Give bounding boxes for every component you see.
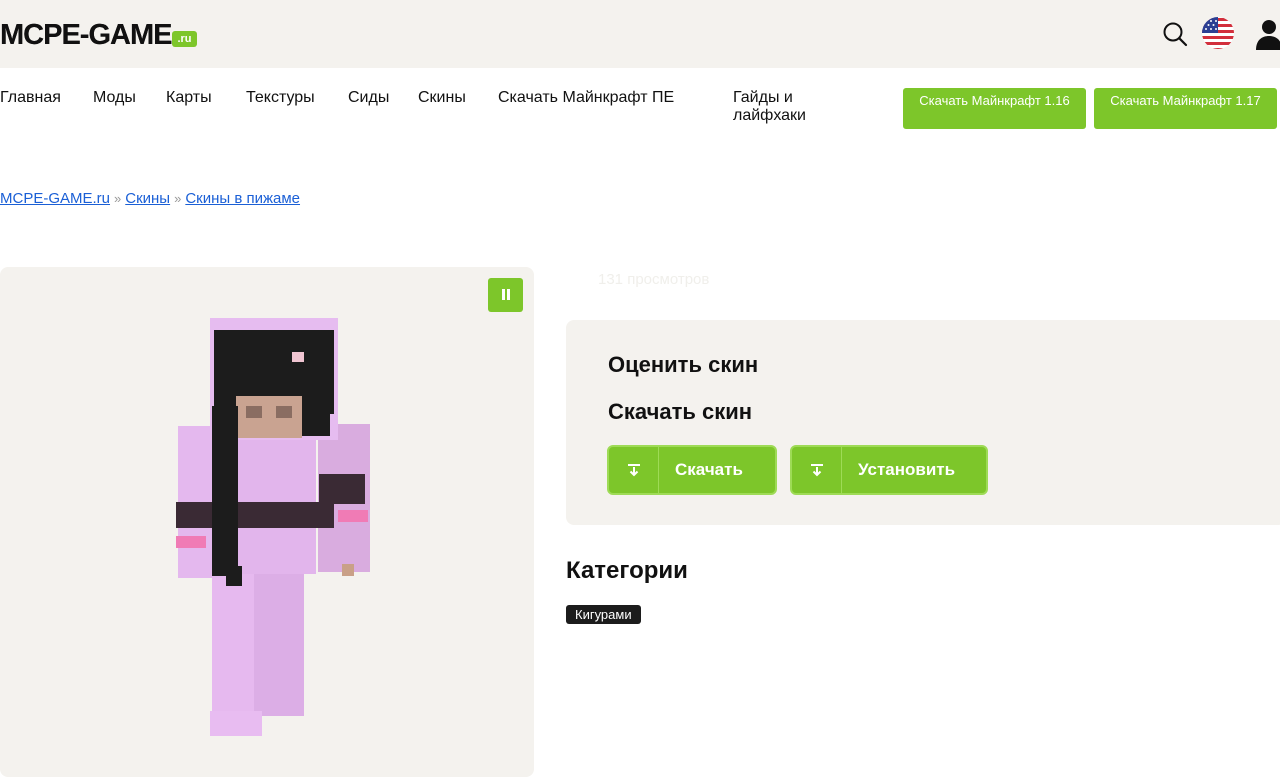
download-minecraft-117-button[interactable]: Скачать Майнкрафт 1.17	[1094, 88, 1277, 129]
logo-suffix: .ru	[172, 31, 197, 47]
breadcrumb-separator: »	[114, 191, 122, 206]
breadcrumb-pajama-skins[interactable]: Скины в пижаме	[185, 190, 300, 207]
download-minecraft-116-button[interactable]: Скачать Майнкрафт 1.16	[903, 88, 1086, 129]
download-skin-heading: Скачать скин	[608, 399, 753, 424]
site-logo[interactable]: MCPE-GAME .ru	[0, 18, 197, 50]
install-skin-button[interactable]: Установить	[790, 445, 988, 495]
logo-text: MCPE-GAME	[0, 19, 172, 51]
skin-3d-model[interactable]	[174, 316, 374, 741]
nav-guides[interactable]: Гайды и лайфхаки	[733, 89, 853, 125]
breadcrumb-skins[interactable]: Скины	[125, 190, 170, 207]
us-flag-icon[interactable]	[1201, 16, 1235, 50]
rate-skin-heading: Оценить скин	[608, 352, 759, 377]
install-skin-label: Установить	[858, 460, 956, 479]
nav-download-minecraft-pe[interactable]: Скачать Майнкрафт ПЕ	[498, 89, 708, 107]
breadcrumb-home[interactable]: MCPE-GAME.ru	[0, 190, 110, 207]
category-tag[interactable]: Кигурами	[566, 605, 641, 624]
user-icon[interactable]	[1254, 18, 1280, 50]
install-icon	[792, 447, 842, 493]
site-header: MCPE-GAME .ru	[0, 0, 1280, 68]
breadcrumb-separator: »	[174, 191, 182, 206]
breadcrumb: MCPE-GAME.ru» Скины» Скины в пижаме	[0, 190, 300, 207]
nav-seeds[interactable]: Сиды	[348, 89, 389, 107]
nav-mods[interactable]: Моды	[93, 89, 136, 107]
nav-textures[interactable]: Текстуры	[246, 89, 315, 107]
download-skin-button[interactable]: Скачать	[607, 445, 777, 495]
nav-home[interactable]: Главная	[0, 89, 61, 107]
view-count: 131 просмотров	[598, 271, 710, 288]
pause-button[interactable]	[488, 278, 523, 312]
nav-maps[interactable]: Карты	[166, 89, 212, 107]
nav-skins[interactable]: Скины	[418, 89, 466, 107]
search-icon[interactable]	[1161, 20, 1189, 48]
categories-heading: Категории	[566, 557, 688, 584]
download-skin-label: Скачать	[675, 460, 743, 479]
download-icon	[609, 447, 659, 493]
